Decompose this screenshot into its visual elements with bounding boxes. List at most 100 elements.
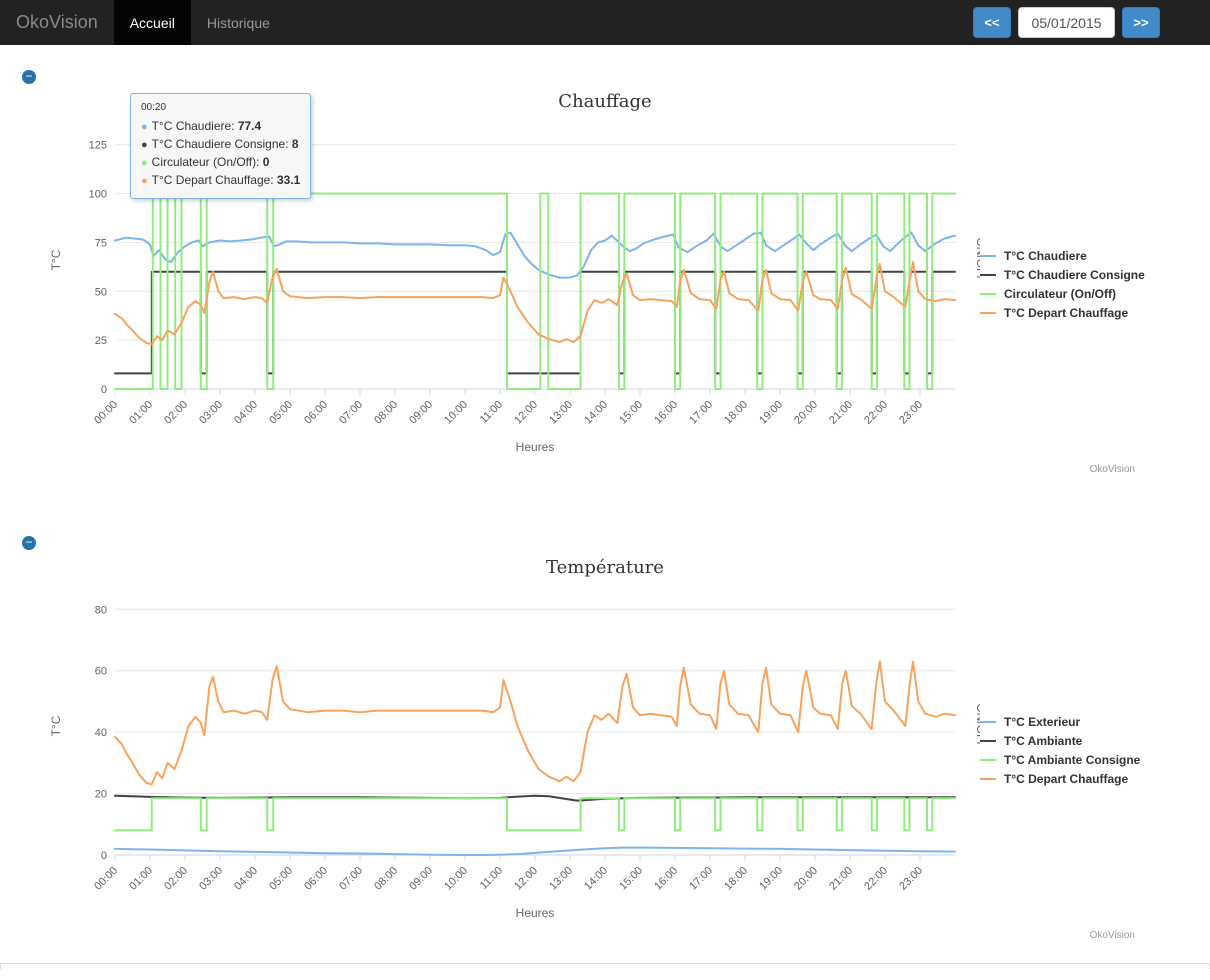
temperature-legend: T°C Exterieur T°C Ambiante T°C Ambiante Co…	[980, 715, 1140, 786]
series-bullet-icon: ●	[141, 157, 148, 169]
legend-item[interactable]: T°C Ambiante Consigne	[980, 753, 1140, 767]
chart-credits: OkoVision	[1089, 930, 1135, 941]
series-bullet-icon: ●	[141, 121, 148, 133]
svg-text:00:00: 00:00	[92, 865, 120, 893]
tooltip-row: ● T°C Chaudiere Consigne: 8	[141, 137, 299, 151]
series-bullet-icon: ●	[141, 139, 148, 151]
main-content: − Chauffage 0 25 50 75 100 125 00:00 01:00 02:00…	[0, 45, 1210, 969]
svg-text:10:00: 10:00	[442, 399, 470, 427]
legend-label: T°C Ambiante Consigne	[1004, 752, 1141, 767]
legend-item[interactable]: T°C Exterieur	[980, 715, 1140, 729]
svg-text:18:00: 18:00	[722, 865, 750, 893]
tooltip-row: ● T°C Chaudiere: 77.4	[141, 119, 262, 133]
series-bullet-icon: ●	[141, 175, 148, 187]
legend-item[interactable]: T°C Chaudiere	[980, 249, 1145, 263]
svg-text:T°C: T°C	[49, 715, 63, 736]
legend-line-icon	[980, 292, 996, 295]
legend-line-icon	[980, 758, 996, 761]
legend-item[interactable]: T°C Depart Chauffage	[980, 306, 1145, 320]
svg-text:22:00: 22:00	[862, 399, 890, 427]
chauffage-chart-area: Chauffage 0 25 50 75 100 125 00:00 01:00 02:00 03…	[20, 87, 1190, 477]
svg-text:23:00: 23:00	[897, 399, 925, 427]
svg-text:60: 60	[95, 666, 107, 678]
series-line-4[interactable]	[114, 660, 956, 786]
svg-text:19:00: 19:00	[757, 865, 785, 893]
svg-text:02:00: 02:00	[162, 399, 190, 427]
tab-historique[interactable]: Historique	[191, 0, 286, 45]
svg-text:16:00: 16:00	[652, 865, 680, 893]
svg-text:14:00: 14:00	[582, 865, 610, 893]
legend-item[interactable]: T°C Ambiante	[980, 734, 1140, 748]
chauffage-legend: T°C Chaudiere T°C Chaudiere Consigne Circu…	[980, 249, 1145, 320]
legend-line-icon	[980, 720, 996, 723]
prev-day-button[interactable]: <<	[973, 7, 1011, 38]
next-day-button[interactable]: >>	[1122, 7, 1160, 38]
svg-text:05:00: 05:00	[267, 399, 295, 427]
legend-line-icon	[980, 777, 996, 780]
svg-text:25: 25	[95, 335, 107, 347]
legend-label: T°C Chaudiere	[1004, 248, 1087, 263]
svg-text:15:00: 15:00	[617, 399, 645, 427]
tooltip-value: 8	[291, 137, 299, 151]
svg-text:15:00: 15:00	[617, 865, 645, 893]
tooltip-value: 0	[262, 155, 270, 169]
grid-and-axes: 02040608000:00 01:00 02:00 03:00 04:00 05:00 0…	[49, 604, 980, 920]
svg-text:06:00: 06:00	[302, 399, 330, 427]
svg-text:23:00: 23:00	[897, 865, 925, 893]
svg-text:02:00: 02:00	[162, 865, 190, 893]
chart-tooltip: 00:20 ● T°C Chaudiere: 77.4 ● T°C Chaudiere…	[130, 93, 312, 199]
series-line-3[interactable]	[114, 797, 956, 832]
legend-line-icon	[980, 254, 996, 257]
svg-text:16:00: 16:00	[652, 399, 680, 427]
series-line-2[interactable]	[114, 270, 956, 375]
legend-line-icon	[980, 739, 996, 742]
legend-line-icon	[980, 311, 996, 314]
tooltip-value: 77.4	[237, 119, 262, 133]
chart-credits: OkoVision	[1089, 464, 1135, 475]
legend-label: T°C Exterieur	[1004, 714, 1081, 729]
svg-text:00:00: 00:00	[92, 399, 120, 427]
svg-text:17:00: 17:00	[687, 399, 715, 427]
legend-item[interactable]: T°C Depart Chauffage	[980, 772, 1140, 786]
navbar: OkoVision Accueil Historique << >>	[0, 0, 1210, 45]
tooltip-row: ● Circulateur (On/Off): 0	[141, 155, 270, 169]
legend-item[interactable]: T°C Chaudiere Consigne	[980, 268, 1145, 282]
svg-text:Heures: Heures	[516, 906, 555, 920]
legend-label: T°C Ambiante	[1004, 733, 1083, 748]
svg-text:09:00: 09:00	[407, 399, 435, 427]
svg-text:01:00: 01:00	[127, 865, 155, 893]
svg-text:125: 125	[89, 140, 107, 152]
panel-bottom-border	[0, 963, 1210, 969]
svg-text:13:00: 13:00	[547, 865, 575, 893]
temperature-panel: − Température 0 20 40 60 80 00:00 01:00 02:00 03…	[20, 533, 1190, 943]
app-brand[interactable]: OkoVision	[0, 0, 114, 45]
date-input[interactable]	[1018, 7, 1115, 38]
svg-text:11:00: 11:00	[478, 865, 505, 892]
nav-tabs: Accueil Historique	[113, 0, 286, 45]
svg-text:19:00: 19:00	[757, 399, 785, 427]
svg-text:T°C: T°C	[49, 249, 63, 270]
svg-text:20: 20	[95, 789, 107, 801]
svg-text:13:00: 13:00	[547, 399, 575, 427]
tooltip-value: 33.1	[276, 173, 301, 187]
legend-label: T°C Depart Chauffage	[1004, 305, 1129, 320]
collapse-icon[interactable]: −	[22, 70, 36, 84]
temperature-chart-svg[interactable]: 02040608000:00 01:00 02:00 03:00 04:00 05:00 0…	[20, 583, 980, 943]
svg-text:17:00: 17:00	[687, 865, 715, 893]
legend-item[interactable]: Circulateur (On/Off)	[980, 287, 1145, 301]
collapse-icon[interactable]: −	[22, 536, 36, 550]
svg-text:21:00: 21:00	[827, 865, 855, 893]
svg-text:04:00: 04:00	[232, 399, 260, 427]
legend-label: T°C Chaudiere Consigne	[1004, 267, 1145, 282]
svg-text:12:00: 12:00	[512, 865, 540, 893]
svg-text:80: 80	[95, 604, 107, 616]
tab-accueil[interactable]: Accueil	[113, 0, 191, 45]
svg-text:07:00: 07:00	[337, 865, 365, 893]
series-line-1[interactable]	[114, 846, 956, 856]
svg-text:18:00: 18:00	[722, 399, 750, 427]
svg-text:20:00: 20:00	[792, 865, 820, 893]
svg-text:21:00: 21:00	[827, 399, 855, 427]
series-line-4[interactable]	[114, 261, 956, 345]
svg-text:09:00: 09:00	[407, 865, 435, 893]
svg-text:20:00: 20:00	[792, 399, 820, 427]
